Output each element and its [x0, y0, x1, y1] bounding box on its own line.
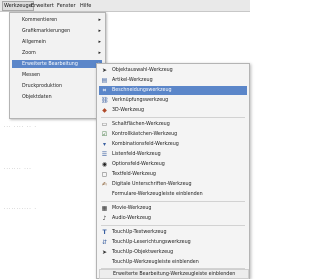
menu-item-3d-werkzeug[interactable]: ◆ 3D-Werkzeug	[99, 106, 247, 115]
menu-item-textfeld-werkzeug[interactable]: ▢ Textfeld-Werkzeug	[99, 170, 247, 179]
menu-item-kombinationsfeld-werkzeug[interactable]: ▾ Kombinationsfeld-Werkzeug	[99, 140, 247, 149]
menu-item-verknuepfungswerkzeug[interactable]: ⛓ Verknüpfungswerkzeug	[99, 96, 247, 105]
menu-item-touchup-leserichtungswerkzeug[interactable]: ⇵ TouchUp-Leserichtungswerkzeug	[99, 238, 247, 247]
menu-item-grafikmarkierungen[interactable]: Grafikmarkierungen ▸	[12, 27, 102, 35]
menu-bar: Werkzeuge Erweitert Fenster Hilfe	[0, 0, 250, 12]
radio-button-icon: ◉	[101, 161, 108, 168]
menu-item-kontrollkaestchen-werkzeug[interactable]: ☑ Kontrollkästchen-Werkzeug	[99, 130, 247, 139]
link-icon: ⛓	[101, 97, 109, 104]
reading-order-icon: ⇵	[101, 239, 108, 246]
menu-erweitert[interactable]: Erweitert	[31, 2, 54, 10]
menu-item-druckproduktion[interactable]: Druckproduktion ▸	[12, 82, 102, 90]
menu-item-audio-werkzeug[interactable]: ♪ Audio-Werkzeug	[99, 214, 247, 223]
menu-item-artikel-werkzeug[interactable]: ▤ Artikel-Werkzeug	[99, 76, 247, 85]
menu-hilfe[interactable]: Hilfe	[80, 2, 91, 10]
menu-werkzeuge[interactable]: Werkzeuge	[2, 1, 34, 11]
speaker-icon: ♪	[102, 215, 107, 222]
button-icon: ▭	[101, 121, 108, 128]
signature-icon: ✍	[101, 181, 108, 188]
crop-icon: ⌗	[102, 87, 107, 94]
submenu-arrow-icon: ▸	[98, 17, 101, 23]
erweiterte-bearbeitung-menu: ➤ Objektauswahl-Werkzeug ▤ Artikel-Werkz…	[96, 63, 250, 279]
menu-separator	[101, 117, 245, 118]
background-text: · · · · · · · · · · · ·	[4, 206, 36, 211]
menu-item-objektauswahl-werkzeug[interactable]: ➤ Objektauswahl-Werkzeug	[99, 66, 247, 75]
menu-item-beschneidungswerkzeug[interactable]: ⌗ Beschneidungswerkzeug	[99, 86, 247, 95]
menu-item-allgemein[interactable]: Allgemein ▸	[12, 38, 102, 46]
listbox-icon: ☰	[101, 151, 108, 158]
arrow-pointer-icon: ➤	[101, 67, 108, 74]
textfield-icon: ▢	[101, 171, 108, 178]
menu-item-objektdaten[interactable]: Objektdaten ▸	[12, 93, 102, 101]
menu-item-touchup-textwerkzeug[interactable]: T TouchUp-Textwerkzeug	[99, 228, 247, 237]
menu-item-listenfeld-werkzeug[interactable]: ☰ Listenfeld-Werkzeug	[99, 150, 247, 159]
submenu-arrow-icon: ▸	[98, 28, 101, 34]
menu-fenster[interactable]: Fenster	[57, 2, 76, 10]
menu-separator	[101, 201, 245, 202]
menu-item-touchup-objektwerkzeug[interactable]: ➤ TouchUp-Objektwerkzeug	[99, 248, 247, 257]
submenu-arrow-icon: ▸	[98, 50, 101, 56]
menu-item-optionsfeld-werkzeug[interactable]: ◉ Optionsfeld-Werkzeug	[99, 160, 247, 169]
menu-item-erweiterte-bearbeitung[interactable]: Erweiterte Bearbeitung ▸	[12, 60, 102, 68]
menu-item-schaltflaechen-werkzeug[interactable]: ▭ Schaltflächen-Werkzeug	[99, 120, 247, 129]
menu-item-digitale-unterschriften-werkzeug[interactable]: ✍ Digitale Unterschriften-Werkzeug	[99, 180, 247, 189]
submenu-arrow-icon: ▸	[98, 39, 101, 45]
menu-item-movie-werkzeug[interactable]: ▦ Movie-Werkzeug	[99, 204, 247, 213]
cube-3d-icon: ◆	[102, 107, 107, 114]
menu-separator	[101, 225, 245, 226]
menu-item-formulare-werkzeugleiste[interactable]: Formulare-Werkzeugleiste einblenden	[99, 190, 247, 199]
article-icon: ▤	[101, 77, 108, 84]
checkbox-icon: ☑	[101, 131, 108, 138]
menu-item-zoom[interactable]: Zoom ▸	[12, 49, 102, 57]
menu-item-messen[interactable]: Messen ▸	[12, 71, 102, 79]
film-icon: ▦	[101, 205, 108, 212]
menu-item-touchup-werkzeugleiste[interactable]: TouchUp-Werkzeugleiste einblenden	[99, 258, 247, 267]
combobox-icon: ▾	[102, 141, 106, 148]
menu-item-kommentieren[interactable]: Kommentieren ▸	[12, 16, 102, 24]
background-text: · · · · · · · · · ·	[4, 166, 31, 171]
background-text: · · · · · · · · · ·	[4, 124, 36, 129]
text-cursor-icon: T	[102, 229, 107, 236]
werkzeuge-menu: Kommentieren ▸ Grafikmarkierungen ▸ Allg…	[9, 12, 106, 119]
object-select-icon: ➤	[101, 249, 108, 256]
